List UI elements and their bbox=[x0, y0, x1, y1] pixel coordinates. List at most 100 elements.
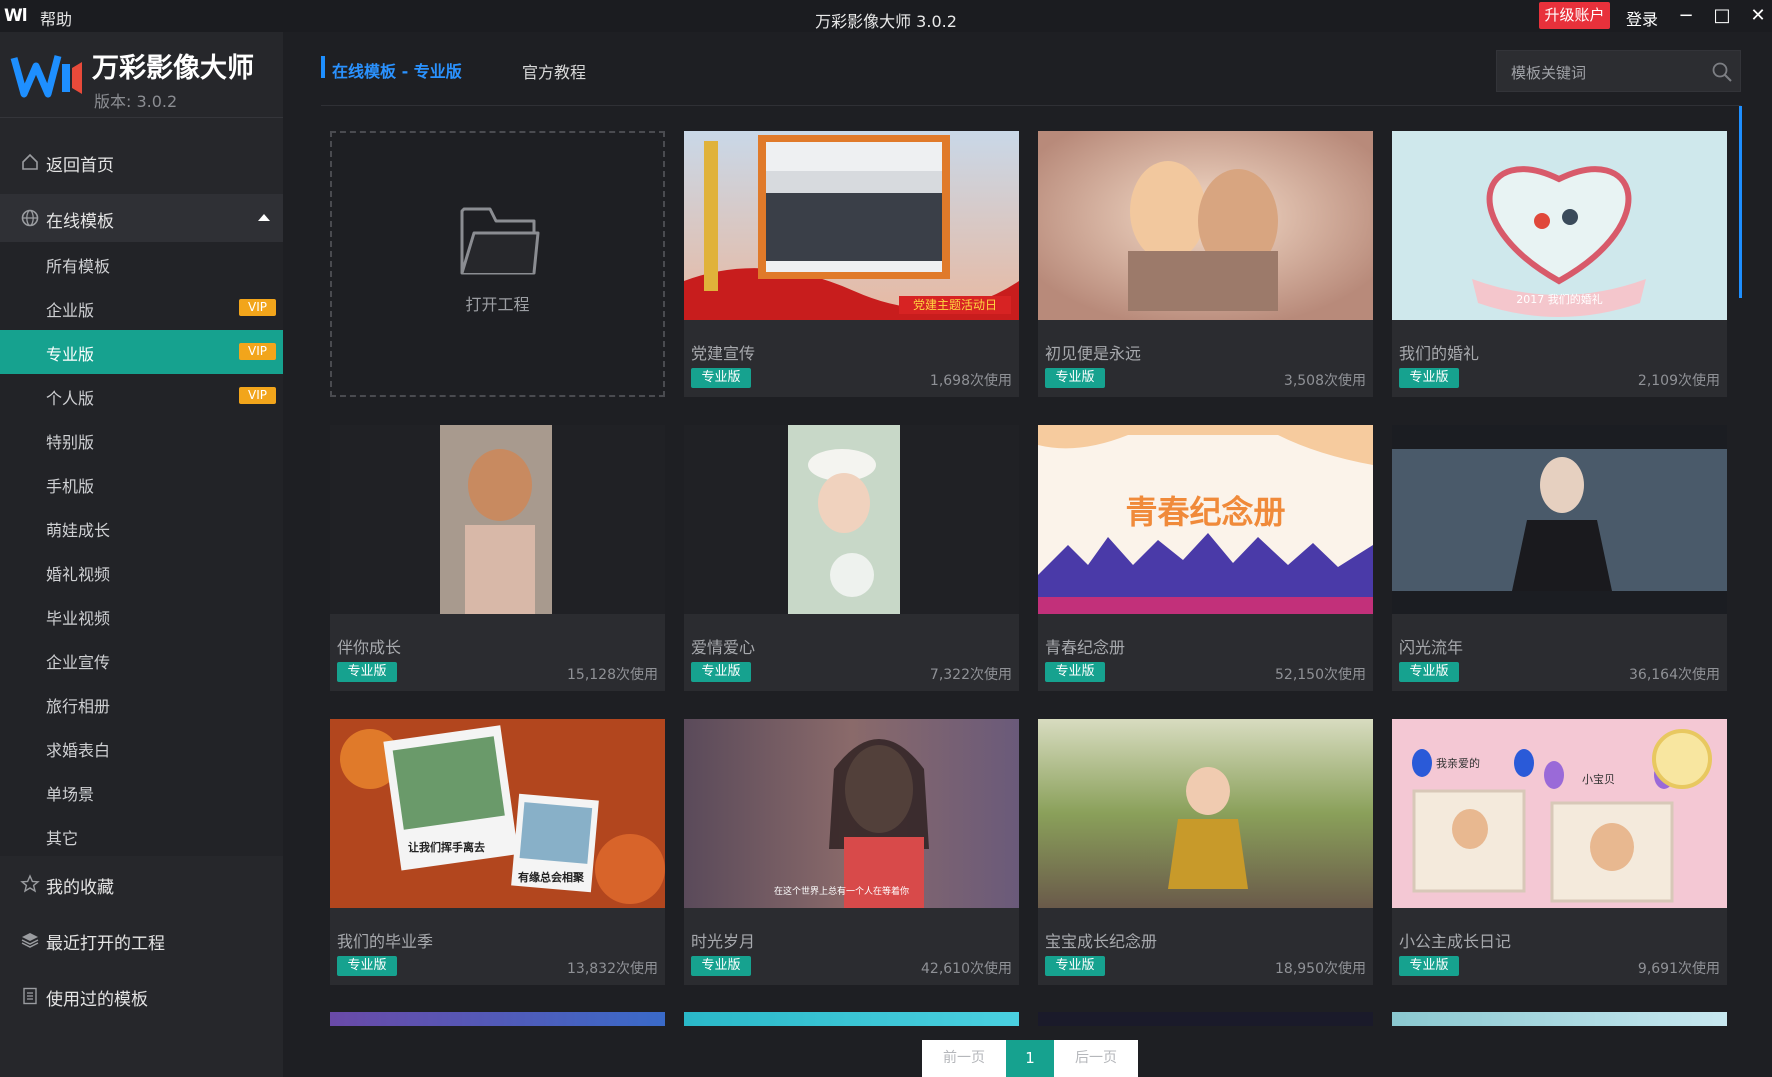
nav-recent-projects[interactable]: 最近打开的工程 bbox=[0, 918, 283, 966]
edition-badge: 专业版 bbox=[1399, 368, 1459, 388]
category-label: 所有模板 bbox=[46, 257, 111, 276]
edition-badge: 专业版 bbox=[1399, 956, 1459, 976]
maximize-icon[interactable]: □ bbox=[1708, 0, 1736, 32]
next-page-button[interactable]: 后一页 bbox=[1054, 1040, 1138, 1077]
category-wedding[interactable]: 婚礼视频 bbox=[0, 550, 283, 594]
category-proposal[interactable]: 求婚表白 bbox=[0, 726, 283, 770]
template-card[interactable]: 闪光流年 专业版 36,164次使用 bbox=[1392, 425, 1727, 691]
template-thumbnail[interactable] bbox=[330, 425, 665, 614]
template-title: 爱情爱心 bbox=[691, 638, 756, 657]
login-button[interactable]: 登录 bbox=[1626, 6, 1658, 30]
template-card[interactable]: 青春纪念册 青春纪念册 专业版 52,150次使用 bbox=[1038, 425, 1373, 691]
category-other[interactable]: 其它 bbox=[0, 814, 283, 858]
thumb-grad-text2: 有缘总会相聚 bbox=[518, 871, 584, 884]
template-thumbnail[interactable]: 党建主题活动日 bbox=[684, 131, 1019, 320]
category-corporate[interactable]: 企业宣传 bbox=[0, 638, 283, 682]
template-title: 青春纪念册 bbox=[1045, 638, 1126, 657]
template-card[interactable]: 爱情爱心 专业版 7,322次使用 bbox=[684, 425, 1019, 691]
thumbnail-image bbox=[330, 719, 665, 908]
open-project-label: 打开工程 bbox=[465, 295, 530, 314]
nav-online-label: 在线模板 bbox=[46, 212, 114, 232]
vip-badge: VIP bbox=[239, 343, 276, 360]
upgrade-account-button[interactable]: 升级账户 bbox=[1539, 2, 1610, 29]
template-thumbnail[interactable] bbox=[1038, 719, 1373, 908]
template-title: 我们的婚礼 bbox=[1399, 344, 1480, 363]
template-thumbnail[interactable]: 青春纪念册 bbox=[1038, 425, 1373, 614]
search-box[interactable]: 模板关键词 bbox=[1496, 50, 1741, 92]
edition-badge: 专业版 bbox=[1045, 956, 1105, 976]
template-thumbnail[interactable]: 在这个世界上总有一个人在等着你 bbox=[684, 719, 1019, 908]
nav-used-templates[interactable]: 使用过的模板 bbox=[0, 974, 283, 1022]
template-title: 小公主成长日记 bbox=[1399, 932, 1512, 951]
template-thumbnail[interactable]: 我亲爱的 小宝贝 bbox=[1392, 719, 1727, 908]
template-card[interactable]: 2017 我们的婚礼 我们的婚礼 专业版 2,109次使用 bbox=[1392, 131, 1727, 397]
tab-official-tutorial[interactable]: 官方教程 bbox=[522, 59, 586, 83]
search-icon[interactable] bbox=[1711, 61, 1733, 83]
template-card[interactable]: 我亲爱的 小宝贝 小公主成长日记 专业版 9,691次使用 bbox=[1392, 719, 1727, 985]
template-card-partial[interactable] bbox=[330, 1012, 665, 1026]
template-card[interactable]: 让我们挥手离去 有缘总会相聚 我们的毕业季 专业版 13,832次使用 bbox=[330, 719, 665, 985]
template-card-partial[interactable] bbox=[1038, 1012, 1373, 1026]
thumb-subtitle: 在这个世界上总有一个人在等着你 bbox=[774, 887, 910, 897]
layers-icon bbox=[21, 933, 39, 948]
edition-badge: 专业版 bbox=[337, 662, 397, 682]
search-input[interactable]: 模板关键词 bbox=[1511, 62, 1586, 83]
category-label: 专业版 bbox=[46, 345, 95, 364]
template-thumbnail[interactable]: 2017 我们的婚礼 bbox=[1392, 131, 1727, 320]
template-thumbnail[interactable] bbox=[1038, 131, 1373, 320]
usage-count: 1,698次使用 bbox=[929, 373, 1012, 389]
template-card[interactable]: 伴你成长 专业版 15,128次使用 bbox=[330, 425, 665, 691]
template-title: 宝宝成长纪念册 bbox=[1045, 932, 1158, 951]
scrollbar[interactable] bbox=[1739, 106, 1742, 298]
brand-header: 万彩影像大师 版本: 3.0.2 bbox=[0, 32, 283, 118]
thumbnail-image bbox=[684, 719, 1019, 908]
template-card[interactable]: 初见便是永远 专业版 3,508次使用 bbox=[1038, 131, 1373, 397]
template-card-partial[interactable] bbox=[1392, 1012, 1727, 1026]
tab-online-professional[interactable]: 在线模板 - 专业版 bbox=[332, 58, 462, 82]
template-thumbnail[interactable] bbox=[684, 425, 1019, 614]
category-label: 旅行相册 bbox=[46, 697, 111, 716]
template-card[interactable]: 党建主题活动日 党建宣传 专业版 1,698次使用 bbox=[684, 131, 1019, 397]
thumb-banner-text: 党建主题活动日 bbox=[899, 296, 1011, 314]
category-professional[interactable]: 专业版 VIP bbox=[0, 330, 283, 374]
close-icon[interactable]: ✕ bbox=[1744, 0, 1772, 32]
category-enterprise[interactable]: 企业版 VIP bbox=[0, 286, 283, 330]
category-personal[interactable]: 个人版 VIP bbox=[0, 374, 283, 418]
template-title: 时光岁月 bbox=[691, 932, 756, 951]
category-graduation[interactable]: 毕业视频 bbox=[0, 594, 283, 638]
prev-page-button[interactable]: 前一页 bbox=[922, 1040, 1006, 1077]
open-project-card[interactable]: 打开工程 bbox=[330, 131, 665, 397]
chevron-up-icon[interactable] bbox=[258, 214, 270, 221]
usage-count: 9,691次使用 bbox=[1637, 961, 1720, 977]
title-bar: Wl 帮助 万彩影像大师 3.0.2 升级账户 登录 − □ ✕ bbox=[0, 0, 1772, 32]
star-icon bbox=[20, 874, 40, 893]
category-special[interactable]: 特别版 bbox=[0, 418, 283, 462]
template-card-partial[interactable] bbox=[684, 1012, 1019, 1026]
template-card[interactable]: 在这个世界上总有一个人在等着你 时光岁月 专业版 42,610次使用 bbox=[684, 719, 1019, 985]
page-number-current[interactable]: 1 bbox=[1006, 1040, 1054, 1077]
thumb-grad-text1: 让我们挥手离去 bbox=[408, 841, 485, 854]
thumbnail-image bbox=[1038, 719, 1373, 908]
category-single-scene[interactable]: 单场景 bbox=[0, 770, 283, 814]
minimize-icon[interactable]: − bbox=[1672, 0, 1700, 32]
thumbnail-image bbox=[684, 131, 1019, 320]
category-mobile[interactable]: 手机版 bbox=[0, 462, 283, 506]
thumbnail-image bbox=[1038, 131, 1373, 320]
folder-icon bbox=[460, 207, 540, 275]
nav-online-templates[interactable]: 在线模板 bbox=[0, 194, 283, 242]
nav-home[interactable]: 返回首页 bbox=[0, 140, 283, 184]
nav-used-label: 使用过的模板 bbox=[46, 990, 148, 1010]
nav-favorites[interactable]: 我的收藏 bbox=[0, 862, 283, 910]
category-label: 单场景 bbox=[46, 785, 95, 804]
home-icon bbox=[22, 153, 38, 170]
category-all[interactable]: 所有模板 bbox=[0, 242, 283, 286]
usage-count: 42,610次使用 bbox=[921, 961, 1012, 977]
brand-logo-icon bbox=[10, 55, 82, 98]
category-travel[interactable]: 旅行相册 bbox=[0, 682, 283, 726]
template-thumbnail[interactable]: 让我们挥手离去 有缘总会相聚 bbox=[330, 719, 665, 908]
template-thumbnail[interactable] bbox=[1392, 425, 1727, 614]
category-baby[interactable]: 萌娃成长 bbox=[0, 506, 283, 550]
template-card[interactable]: 宝宝成长纪念册 专业版 18,950次使用 bbox=[1038, 719, 1373, 985]
edition-badge: 专业版 bbox=[1399, 662, 1459, 682]
thumbnail-image bbox=[1392, 425, 1727, 614]
